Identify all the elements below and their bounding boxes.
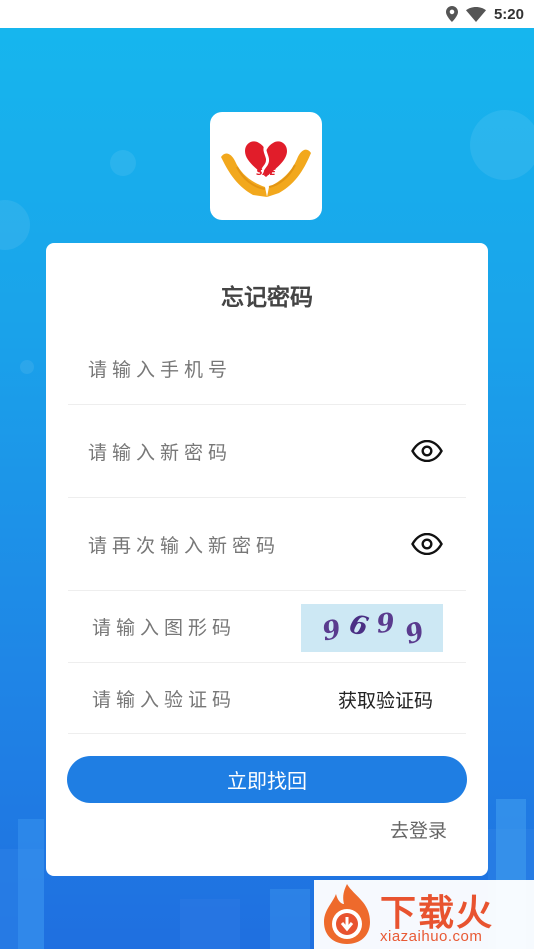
app-logo: SAE — [210, 112, 322, 220]
phone-field[interactable]: 请输入手机号 — [68, 332, 466, 405]
captcha-placeholder: 请输入图形码 — [92, 617, 237, 639]
heart-hands-icon: SAE — [221, 141, 311, 197]
watermark-subtitle: xiazaihuo.com — [380, 928, 483, 945]
new-password-placeholder: 请输入新密码 — [88, 441, 233, 464]
captcha-digit: 9 — [319, 614, 344, 648]
location-icon — [445, 6, 458, 22]
bg-bubble — [470, 110, 534, 180]
bg-bubble — [0, 200, 30, 250]
svg-text:SAE: SAE — [256, 168, 276, 178]
page-title: 忘记密码 — [221, 285, 313, 311]
confirm-password-field[interactable]: 请再次输入新密码 — [68, 498, 466, 591]
watermark: 下载火 xiazaihuo.com — [314, 880, 534, 949]
bg-bubble — [110, 150, 136, 176]
login-link[interactable]: 去登录 — [390, 816, 447, 843]
status-time: 5:20 — [493, 5, 524, 23]
captcha-digit: 9 — [374, 608, 396, 640]
new-password-field[interactable]: 请输入新密码 — [68, 405, 466, 498]
sms-code-placeholder: 请输入验证码 — [92, 688, 237, 711]
submit-button[interactable]: 立即找回 — [67, 756, 467, 803]
confirm-password-placeholder: 请再次输入新密码 — [88, 534, 281, 557]
status-bar: 5:20 — [0, 0, 534, 28]
captcha-image[interactable]: 9 6 9 9 — [301, 604, 443, 652]
captcha-digit: 9 — [401, 616, 429, 651]
get-code-button[interactable]: 获取验证码 — [338, 686, 433, 713]
wifi-icon — [465, 6, 486, 22]
flame-logo-icon — [324, 884, 370, 944]
captcha-digit: 6 — [346, 609, 372, 643]
show-confirm-password-icon[interactable] — [410, 532, 444, 556]
show-password-icon[interactable] — [410, 439, 444, 463]
bg-bubble — [20, 360, 34, 374]
phone-placeholder: 请输入手机号 — [88, 358, 233, 381]
